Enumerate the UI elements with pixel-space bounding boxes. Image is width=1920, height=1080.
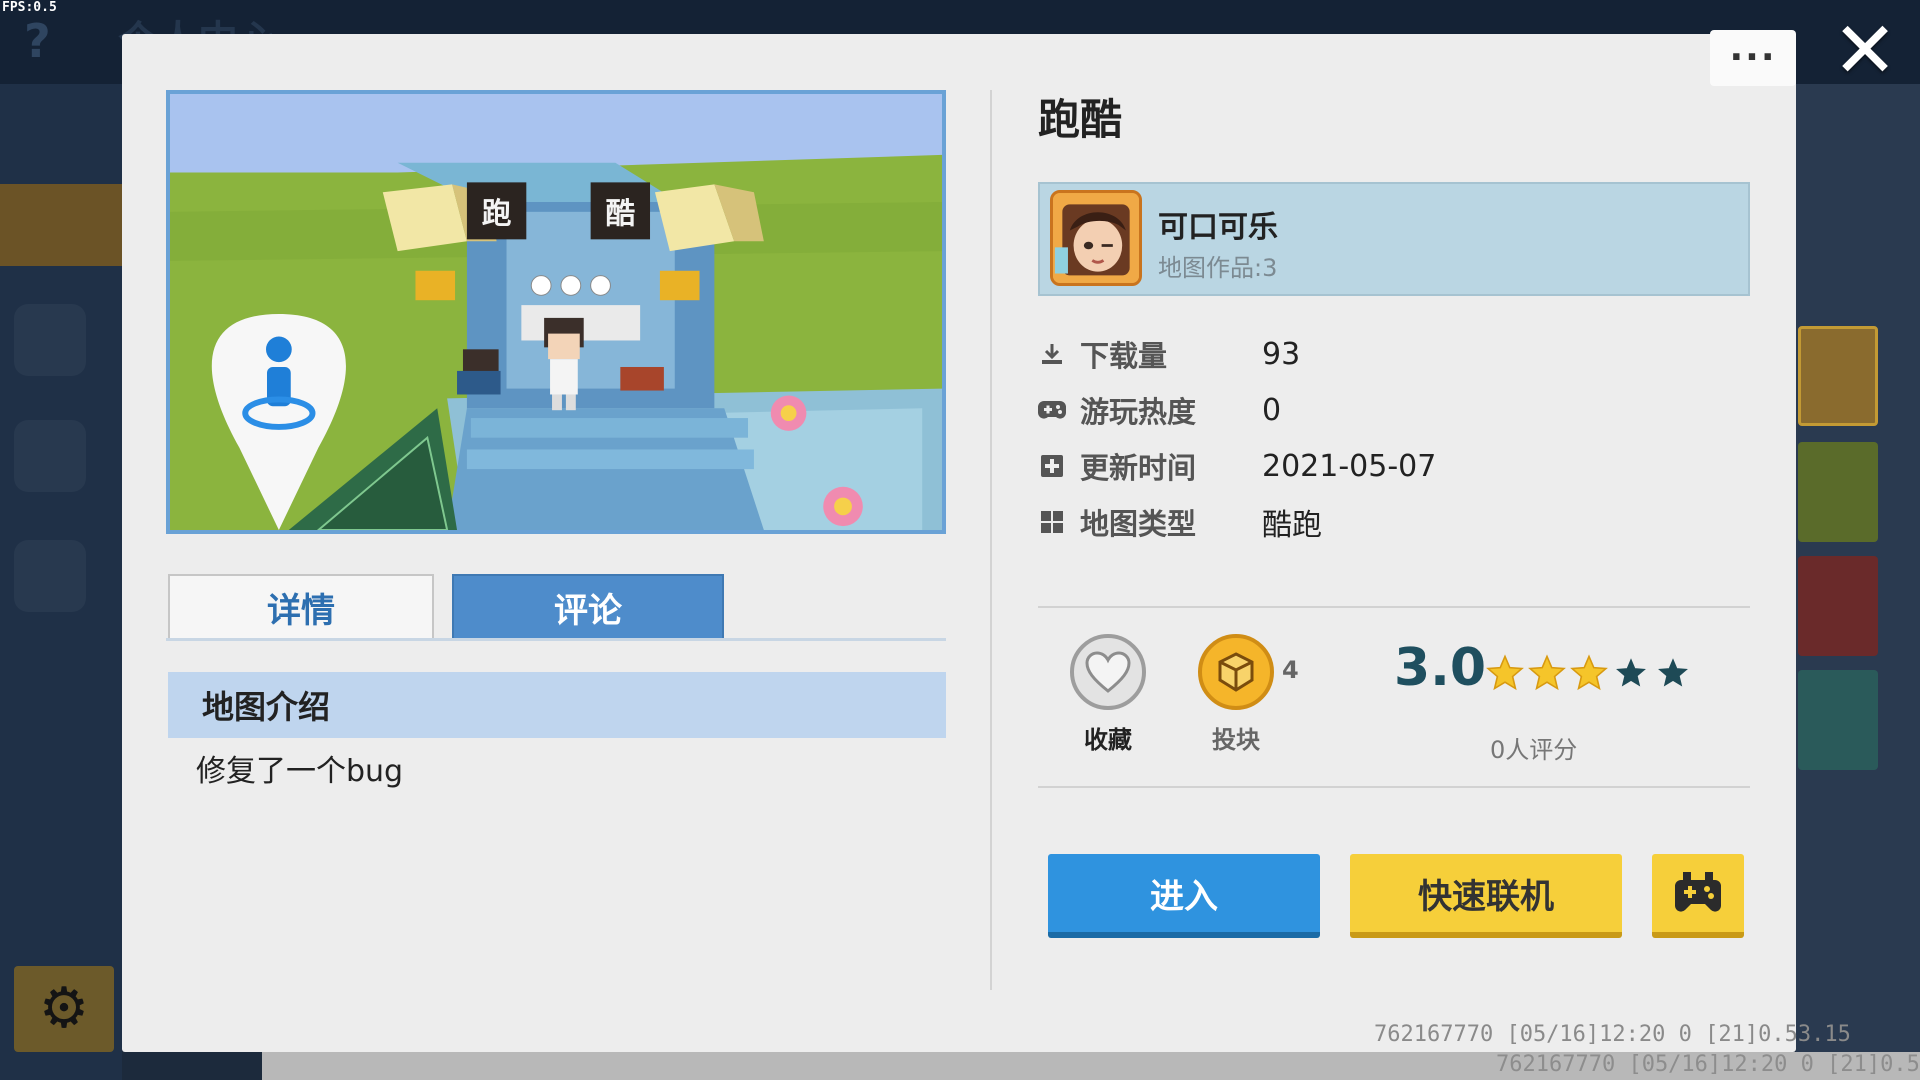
rating-stars	[1484, 652, 1694, 694]
stat-label: 游玩热度	[1080, 395, 1197, 429]
map-preview-scene: 跑 酷	[170, 94, 942, 530]
star-filled-icon	[1526, 652, 1568, 694]
stat-label: 下载量	[1080, 339, 1168, 373]
stat-row-downloads: 下载量 93	[1038, 334, 1300, 374]
stat-label: 更新时间	[1080, 451, 1197, 485]
coin-button[interactable]	[1198, 634, 1274, 710]
stat-row-update-time: 更新时间 2021-05-07	[1038, 446, 1436, 486]
heart-icon	[1085, 651, 1131, 693]
dialog-divider	[990, 90, 992, 990]
background-sidebar-icon	[14, 540, 86, 612]
gear-icon: ⚙	[38, 976, 90, 1041]
tab-underline	[166, 638, 946, 641]
author-name: 可口可乐	[1158, 210, 1278, 245]
author-card[interactable]: 可口可乐 地图作品:3	[1038, 182, 1750, 296]
block-coin-icon	[1218, 652, 1254, 692]
version-info: 762167770 [05/16]12:20 0 [21]0.53.15	[1374, 1022, 1851, 1047]
author-works-count: 地图作品:3	[1158, 254, 1278, 282]
rating-score: 3.0	[1394, 638, 1487, 698]
stat-value: 酷跑	[1262, 508, 1322, 543]
download-icon	[1038, 340, 1066, 368]
help-icon[interactable]: ?	[24, 14, 51, 68]
star-filled-icon	[1568, 652, 1610, 694]
background-thumbnail	[1798, 326, 1878, 426]
avatar-portrait	[1053, 193, 1139, 283]
close-icon[interactable]: ✕	[1832, 12, 1898, 90]
quick-join-button[interactable]: 快速联机	[1350, 854, 1622, 938]
background-sidebar-active-item	[0, 184, 122, 266]
background-sidebar-icon	[14, 420, 86, 492]
background-thumbnail	[1798, 556, 1878, 656]
divider-bottom	[1038, 786, 1750, 788]
coin-count: 4	[1282, 656, 1299, 684]
grid-icon	[1038, 508, 1066, 536]
settings-button[interactable]: ⚙	[14, 966, 114, 1052]
sign-right-text: 酷	[605, 197, 635, 231]
more-options-button[interactable]: ···	[1710, 30, 1796, 86]
background-sidebar-icon	[14, 304, 86, 376]
star-filled-icon	[1484, 652, 1526, 694]
rating-count: 0人评分	[1490, 736, 1578, 764]
sign-left-text: 跑	[482, 197, 512, 231]
stat-row-map-type: 地图类型 酷跑	[1038, 502, 1322, 543]
multiplayer-button[interactable]	[1652, 854, 1744, 938]
background-version-text: 762167770 [05/16]12:20 0 [21]0.53.15	[1496, 1052, 1920, 1077]
star-empty-icon	[1652, 652, 1694, 694]
map-intro-heading: 地图介绍	[168, 672, 946, 738]
stat-value: 0	[1262, 392, 1282, 428]
star-empty-icon	[1610, 652, 1652, 694]
enter-button[interactable]: 进入	[1048, 854, 1320, 938]
background-thumbnail	[1798, 670, 1878, 770]
stat-label: 地图类型	[1080, 507, 1197, 541]
fps-counter: FPS:0.5	[2, 0, 57, 15]
background-thumbnail	[1798, 442, 1878, 542]
stat-value: 93	[1262, 336, 1301, 372]
gamepad-icon	[1675, 872, 1721, 912]
stat-value: 2021-05-07	[1262, 448, 1437, 484]
coin-label: 投块	[1212, 726, 1260, 754]
map-intro-text: 修复了一个bug	[196, 754, 404, 789]
favorite-button[interactable]	[1070, 634, 1146, 710]
plus-square-icon	[1038, 452, 1066, 480]
tab-details[interactable]: 详情	[168, 574, 434, 640]
author-avatar	[1050, 190, 1142, 286]
divider-top	[1038, 606, 1750, 608]
tab-comments[interactable]: 评论	[452, 574, 724, 640]
favorite-label: 收藏	[1084, 726, 1132, 754]
map-title: 跑酷	[1038, 95, 1123, 144]
map-preview-image: 跑 酷	[166, 90, 946, 534]
gamepad-icon	[1038, 396, 1066, 424]
stat-row-play-heat: 游玩热度 0	[1038, 390, 1281, 430]
